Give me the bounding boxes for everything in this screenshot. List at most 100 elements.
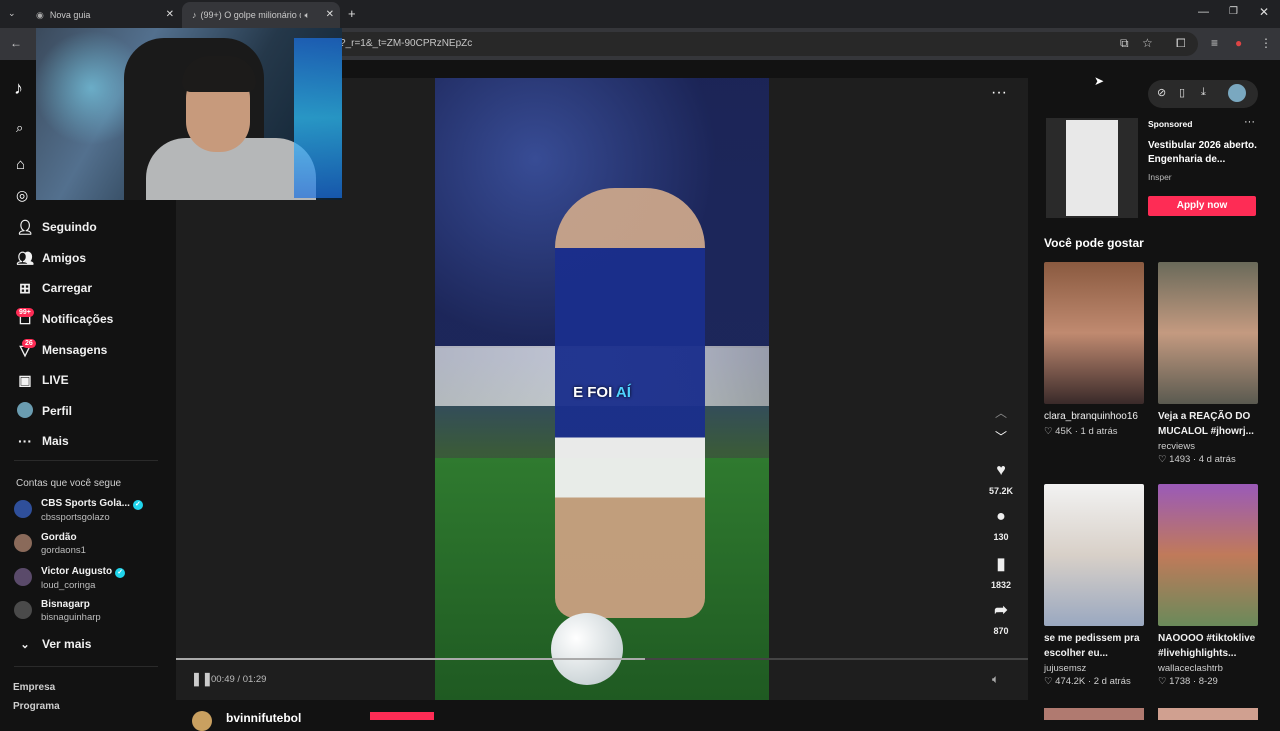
close-tab-icon[interactable]: ✕ <box>166 9 174 20</box>
browser-tab-strip: ⌄ ◉ Nova guia ✕ ♪ (99+) O golpe milionár… <box>0 0 1280 28</box>
apply-now-button[interactable]: Apply now <box>1148 196 1256 216</box>
recommendations-title: Você pode gostar <box>1044 236 1144 250</box>
audio-icon[interactable]: 🔈︎ <box>305 10 310 21</box>
recommendation-title: Veja a REAÇÃO DO MUCALOL #jhowrj... <box>1158 411 1254 437</box>
author-name[interactable]: bvinnifutebol <box>226 711 301 725</box>
caption-blue: AÍ <box>615 384 631 401</box>
user-avatar[interactable] <box>1228 84 1246 102</box>
account-name: Victor Augusto <box>41 566 113 577</box>
save-count: 1832 <box>990 580 1012 590</box>
sidebar-item-live[interactable]: ▣ LIVE <box>14 369 69 391</box>
following-account[interactable]: Victor Augusto ✓ loud_coringa <box>14 566 126 591</box>
sidebar-item-profile[interactable]: Perfil <box>14 400 72 422</box>
tab-active[interactable]: ♪ (99+) O golpe milionário do 🔈︎ ✕ <box>182 2 340 28</box>
following-account[interactable]: Gordão gordaons1 <box>14 532 86 556</box>
account-handle: gordaons1 <box>41 545 86 556</box>
see-more-button[interactable]: ⌄ Ver mais <box>14 633 91 655</box>
recommendation-stats: ♡ 1738 · 8-29 <box>1158 676 1218 687</box>
comment-icon: ● <box>996 508 1006 525</box>
tab-search-icon[interactable]: ⌄ <box>8 8 16 19</box>
recommendation-thumbnail <box>1044 484 1144 626</box>
sidebar-item-label: Carregar <box>42 281 93 295</box>
sidebar-item-upload[interactable]: ⊞ Carregar <box>14 277 92 299</box>
save-button[interactable]: ▮ 1832 <box>984 554 1018 590</box>
ad-title-line-1[interactable]: Vestibular 2026 aberto. <box>1148 140 1257 151</box>
more-options-icon[interactable]: ··· <box>991 84 1007 102</box>
maximize-button[interactable]: ❐ <box>1229 6 1238 17</box>
more-icon: ··· <box>18 433 32 449</box>
recommendation-thumbnail <box>1044 262 1144 404</box>
recommendation-title: clara_branquinhoo16 <box>1044 411 1138 422</box>
next-video-icon[interactable]: ﹀ <box>995 428 1007 445</box>
like-button[interactable]: ♥ 57.2K <box>984 462 1018 496</box>
share-button[interactable]: ➦ 870 <box>984 600 1018 636</box>
recommendation-card[interactable]: se me pedissem pra escolher eu... jujuse… <box>1044 484 1144 687</box>
video-frame[interactable]: E FOI AÍ <box>435 78 769 700</box>
following-account[interactable]: CBS Sports Gola... ✓ cbssportsgolazo <box>14 498 143 523</box>
recommendation-time: 2 d atrás <box>1093 676 1131 687</box>
coin-icon[interactable]: ⊘ <box>1157 86 1166 99</box>
comment-button[interactable]: ● 130 <box>984 508 1018 542</box>
video-progress-fill <box>176 658 645 660</box>
friends-icon: 👥︎ <box>16 249 34 266</box>
sidebar-item-label: LIVE <box>42 373 69 387</box>
close-window-button[interactable]: ✕ <box>1259 5 1269 19</box>
volume-icon[interactable]: 🔈︎ <box>992 672 999 687</box>
account-name: CBS Sports Gola... <box>41 498 130 509</box>
recommendation-card[interactable]: NAOOOO #tiktoklive #livehighlights... wa… <box>1158 484 1258 687</box>
recommendation-likes: 1493 <box>1169 454 1191 465</box>
footer-link-program[interactable]: Programa <box>13 701 60 712</box>
download-icon[interactable]: ⤓ <box>1201 86 1206 99</box>
recommendation-thumbnail-partial[interactable] <box>1158 708 1258 720</box>
share-count: 870 <box>993 626 1009 636</box>
recommendation-likes: 45K <box>1055 426 1073 437</box>
tiktok-tab-icon: ♪ <box>192 10 197 20</box>
pause-icon[interactable]: ❚❚ <box>191 671 213 687</box>
extensions-icon[interactable]: ⧠ <box>1176 36 1186 51</box>
recommendation-card[interactable]: clara_branquinhoo16 ♡ 45K · 1 d atrás <box>1044 262 1144 437</box>
sidebar-item-friends[interactable]: 👥︎ Amigos <box>14 247 86 269</box>
right-column: ➤ ⊘ ▯ ⤓ Sponsored ··· Vestibular 2026 ab… <box>1036 60 1280 720</box>
install-app-icon[interactable]: ⧉ <box>1120 36 1129 51</box>
follow-author-button[interactable] <box>370 712 434 720</box>
menu-dots-icon[interactable]: ⋮ <box>1260 36 1272 50</box>
recommendation-thumbnail-partial[interactable] <box>1044 708 1144 720</box>
ad-more-icon[interactable]: ··· <box>1244 116 1255 128</box>
recommendation-likes: 1738 <box>1169 676 1191 687</box>
divider <box>14 460 158 461</box>
account-handle: cbssportsgolazo <box>41 512 110 523</box>
recommendation-time: 4 d atrás <box>1198 454 1236 465</box>
ad-thumbnail[interactable] <box>1046 118 1138 218</box>
sponsored-label: Sponsored <box>1148 119 1193 129</box>
video-progress-bar[interactable] <box>176 658 1028 660</box>
explore-icon[interactable]: ◎ <box>16 187 28 204</box>
ad-title-line-2[interactable]: Engenharia de... <box>1148 154 1225 165</box>
tiktok-logo-icon[interactable]: ♪ <box>14 78 23 99</box>
comment-count: 130 <box>993 532 1009 542</box>
search-icon[interactable]: ⌕ <box>16 120 23 136</box>
tab-new[interactable]: ◉ Nova guia ✕ <box>26 2 180 28</box>
profile-icon[interactable]: ● <box>1235 36 1242 50</box>
following-account[interactable]: Bisnagarp bisnaguinharp <box>14 599 101 623</box>
home-icon[interactable]: ⌂ <box>16 156 25 173</box>
author-avatar[interactable] <box>192 711 212 731</box>
bookmark-star-icon[interactable]: ☆ <box>1142 36 1153 50</box>
sidebar-item-following[interactable]: 👤︎ Seguindo <box>14 216 97 238</box>
share-icon: ➦ <box>994 602 1008 619</box>
video-ball <box>551 613 623 685</box>
recommendation-card[interactable]: Veja a REAÇÃO DO MUCALOL #jhowrj... recv… <box>1158 262 1258 465</box>
minimize-button[interactable]: — <box>1198 6 1209 18</box>
like-count: 57.2K <box>988 486 1014 496</box>
back-icon[interactable]: ← <box>10 36 22 50</box>
device-icon[interactable]: ▯ <box>1179 86 1185 99</box>
previous-video-icon[interactable]: ︿ <box>995 404 1007 421</box>
media-control-icon[interactable]: ≡ <box>1211 36 1218 50</box>
message-badge: 26 <box>22 339 36 348</box>
sidebar-item-more[interactable]: ··· Mais <box>14 430 69 452</box>
close-tab-icon[interactable]: ✕ <box>326 9 334 20</box>
footer-link-company[interactable]: Empresa <box>13 682 55 693</box>
avatar <box>14 500 32 518</box>
new-tab-button[interactable]: + <box>348 6 356 21</box>
recommendation-stats: ♡ 474.2K · 2 d atrás <box>1044 676 1131 687</box>
video-caption: E FOI AÍ <box>435 384 769 401</box>
